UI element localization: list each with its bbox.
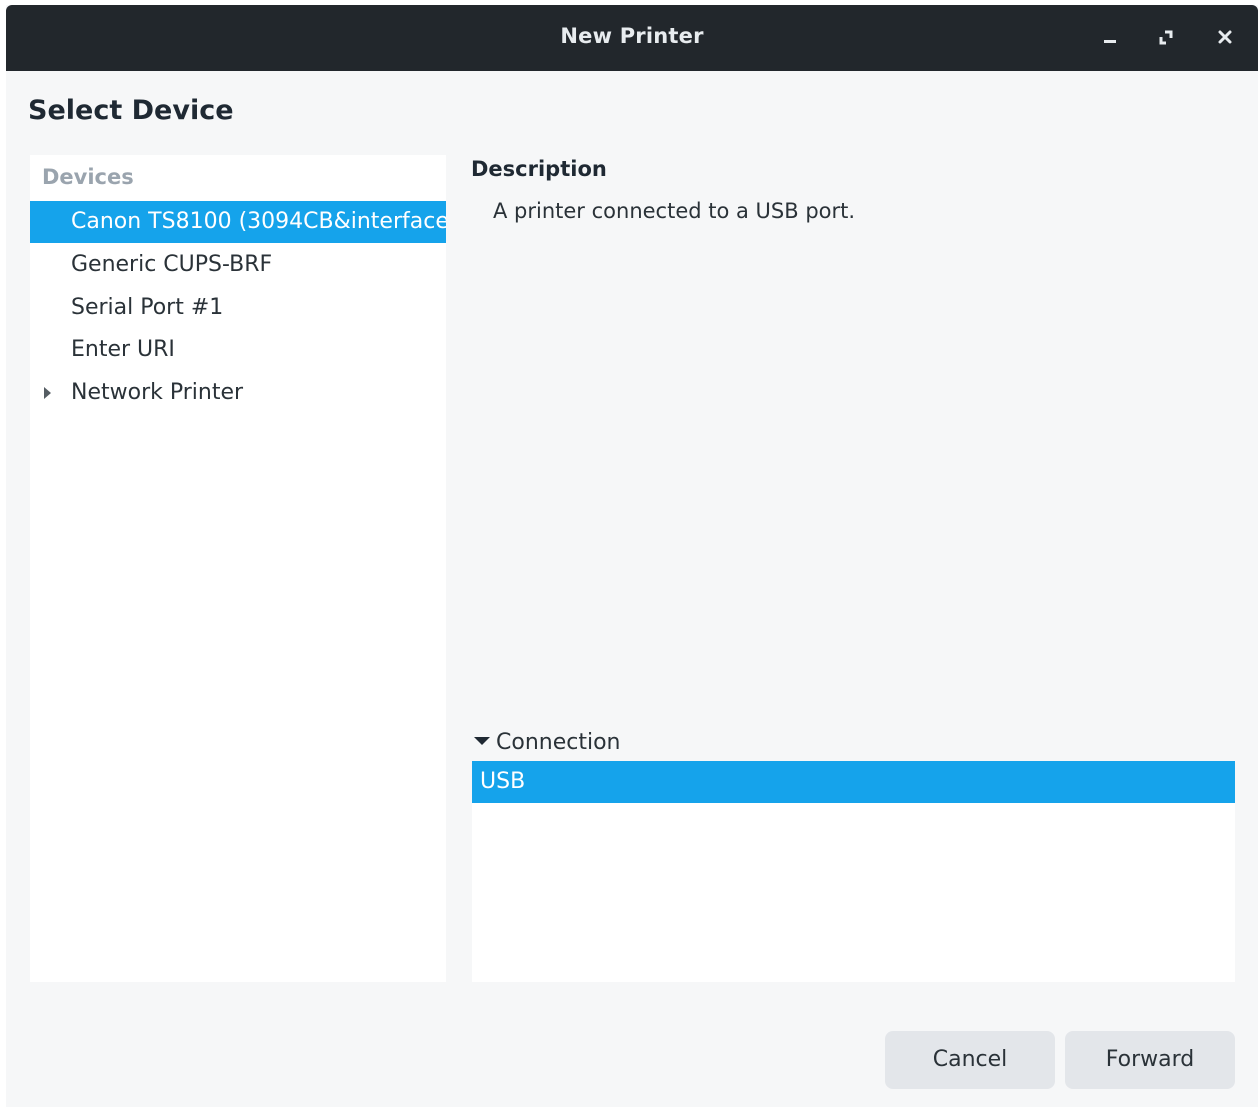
expanded-arrow-icon: [474, 737, 490, 745]
window-title: New Printer: [560, 24, 704, 48]
device-item-network-printer[interactable]: Network Printer: [30, 372, 446, 414]
close-icon: [1218, 30, 1232, 44]
title-bar[interactable]: New Printer: [6, 5, 1258, 71]
connection-label: Connection: [496, 730, 621, 755]
expand-arrow-icon[interactable]: [44, 387, 51, 399]
minimize-icon: [1104, 40, 1116, 43]
device-item-label: Enter URI: [71, 337, 175, 362]
page-heading: Select Device: [28, 95, 234, 126]
device-item-generic-cups-brf[interactable]: Generic CUPS-BRF: [30, 244, 446, 286]
description-text: A printer connected to a USB port.: [493, 199, 856, 223]
maximize-icon: [1159, 30, 1173, 45]
new-printer-window: New Printer Select Device Devices Canon …: [6, 5, 1258, 1107]
description-title: Description: [471, 157, 607, 181]
device-item-label: Network Printer: [71, 380, 244, 405]
device-item-label: Generic CUPS-BRF: [71, 252, 273, 277]
minimize-button[interactable]: [1096, 23, 1126, 53]
device-item-enter-uri[interactable]: Enter URI: [30, 329, 446, 371]
connection-expander[interactable]: Connection: [474, 730, 620, 755]
devices-column-header[interactable]: Devices: [42, 165, 134, 189]
device-item-label: Serial Port #1: [71, 295, 224, 320]
device-item-serial-port[interactable]: Serial Port #1: [30, 287, 446, 329]
forward-button[interactable]: Forward: [1065, 1031, 1235, 1089]
maximize-button[interactable]: [1152, 23, 1182, 53]
connection-item-label: USB: [480, 769, 526, 794]
cancel-button[interactable]: Cancel: [885, 1031, 1055, 1089]
device-item-canon[interactable]: Canon TS8100 (3094CB&interface=1): [30, 201, 446, 243]
device-item-label: Canon TS8100 (3094CB&interface=1): [71, 209, 446, 234]
devices-list[interactable]: Devices Canon TS8100 (3094CB&interface=1…: [30, 155, 446, 982]
close-button[interactable]: [1211, 23, 1241, 53]
connection-item-usb[interactable]: USB: [472, 761, 1235, 803]
connection-list[interactable]: USB: [472, 761, 1235, 982]
